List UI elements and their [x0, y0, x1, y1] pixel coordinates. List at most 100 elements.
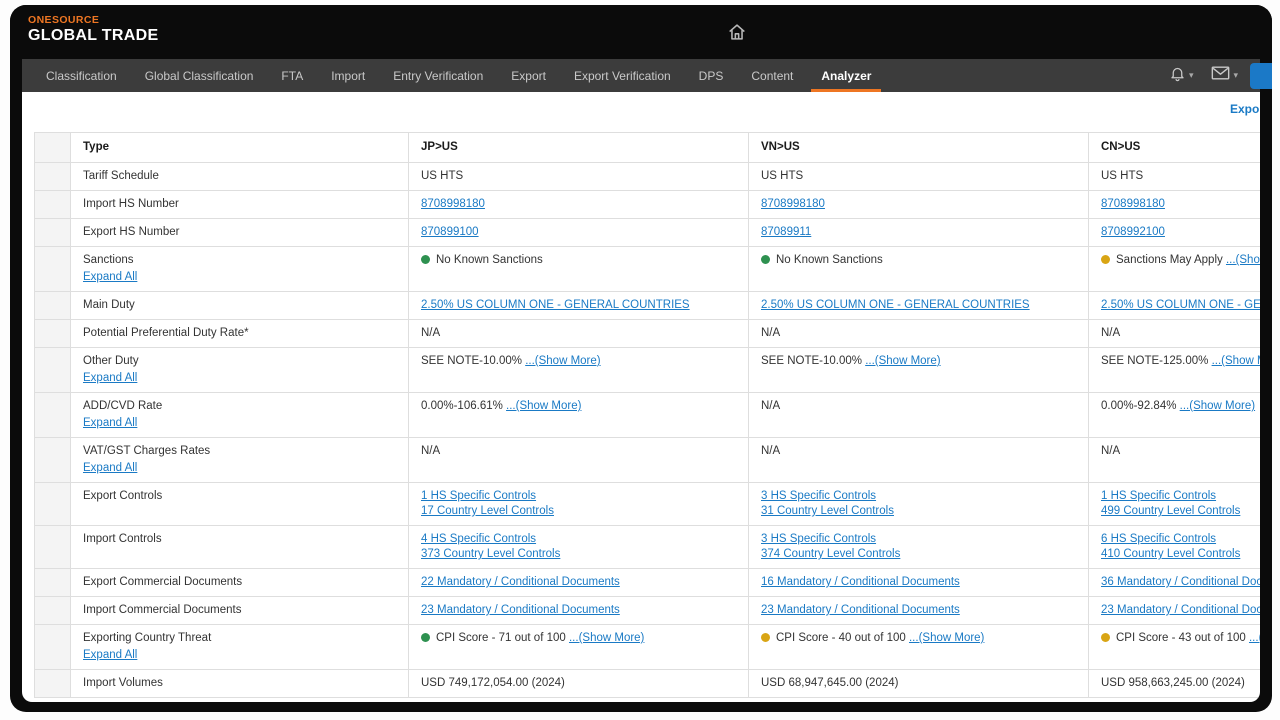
row-selector-cell [35, 292, 71, 320]
show-more-link[interactable]: ...(Show More) [525, 355, 600, 367]
value-cell: 8708998180 [749, 191, 1089, 219]
show-more-link[interactable]: ...(Show More) [1180, 400, 1255, 412]
cell-link[interactable]: 22 Mandatory / Conditional Documents [421, 576, 620, 588]
cell-link[interactable]: 499 Country Level Controls [1101, 505, 1240, 517]
cell-link[interactable]: 31 Country Level Controls [761, 505, 894, 517]
cell-link[interactable]: 3 HS Specific Controls [761, 490, 876, 502]
tab-dps[interactable]: DPS [685, 59, 738, 92]
row-label: Sanctions [83, 254, 134, 266]
tab-global-classification[interactable]: Global Classification [131, 59, 268, 92]
show-more-link[interactable]: ...(Show More) [569, 632, 644, 644]
cell-line: 31 Country Level Controls [761, 504, 1076, 519]
value-cell: 0.00%-92.84% ...(Show More) [1089, 393, 1261, 438]
cell-link[interactable]: 8708992100 [1101, 226, 1165, 238]
value-cell: SEE NOTE-125.00% ...(Show More) [1089, 348, 1261, 393]
cell-link[interactable]: 36 Mandatory / Conditional Documents [1101, 576, 1260, 588]
cell-link[interactable]: 374 Country Level Controls [761, 548, 900, 560]
cell-line: CPI Score - 43 out of 100 ...(Show More) [1101, 631, 1260, 646]
cell-link[interactable]: 2.50% US COLUMN ONE - GENERAL COUNTRIES [761, 299, 1030, 311]
expand-all-link[interactable]: Expand All [83, 372, 137, 384]
value-cell: N/A [749, 320, 1089, 348]
tab-classification[interactable]: Classification [32, 59, 131, 92]
expand-all-link[interactable]: Expand All [83, 417, 137, 429]
cell-line: USD 958,663,245.00 (2024) [1101, 676, 1260, 691]
row-label-cell: Sanctions Expand All [71, 247, 409, 292]
row-label-cell: Exporting Country ThreatExpand All [71, 625, 409, 670]
cell-line: 8708998180 [1101, 197, 1260, 212]
cell-line: 8708998180 [421, 197, 736, 212]
cell-link[interactable]: 8708998180 [421, 198, 485, 210]
value-cell: 8708998180 [1089, 191, 1261, 219]
cell-link[interactable]: 16 Mandatory / Conditional Documents [761, 576, 960, 588]
cell-line: US HTS [1101, 169, 1260, 184]
row-label: Other Duty [83, 355, 139, 367]
tab-content[interactable]: Content [737, 59, 807, 92]
row-label-cell: Import HS Number [71, 191, 409, 219]
show-more-link[interactable]: ...(Show More) [909, 632, 984, 644]
cell-link[interactable]: 4 HS Specific Controls [421, 533, 536, 545]
value-cell: Sanctions May Apply ...(Show More) [1089, 247, 1261, 292]
expand-all-link[interactable]: Expand All [83, 271, 137, 283]
cell-text: USD 68,947,645.00 (2024) [761, 677, 898, 689]
cell-line: CPI Score - 40 out of 100 ...(Show More) [761, 631, 1076, 646]
cell-text: 0.00%-92.84% [1101, 400, 1176, 412]
value-cell: US HTS [749, 163, 1089, 191]
cell-link[interactable]: 17 Country Level Controls [421, 505, 554, 517]
cell-text: 0.00%-106.61% [421, 400, 503, 412]
show-more-link[interactable]: ...(Show More) [1249, 632, 1260, 644]
tab-fta[interactable]: FTA [267, 59, 317, 92]
value-cell: CPI Score - 71 out of 100 ...(Show More) [409, 625, 749, 670]
home-icon[interactable] [726, 21, 748, 43]
cell-link[interactable]: 3 HS Specific Controls [761, 533, 876, 545]
cell-text: N/A [761, 445, 780, 457]
value-cell: N/A [749, 438, 1089, 483]
table-header-row: TypeJP>USVN>USCN>US [35, 133, 1261, 163]
account-button[interactable] [1250, 63, 1272, 89]
cell-link[interactable]: 87089911 [761, 226, 811, 238]
expand-all-link[interactable]: Expand All [83, 649, 137, 661]
table-row: Import Controls 4 HS Specific Controls 373… [35, 526, 1261, 569]
tab-analyzer[interactable]: Analyzer [807, 59, 885, 92]
cell-line: 870899100 [421, 225, 736, 240]
cell-link[interactable]: 373 Country Level Controls [421, 548, 560, 560]
cell-line: 374 Country Level Controls [761, 547, 1076, 562]
row-label-cell: Import Controls [71, 526, 409, 569]
column-header-cn-us: CN>US [1089, 133, 1261, 163]
messages-menu[interactable]: ▾ [1205, 66, 1244, 85]
show-more-link[interactable]: ...(Show More) [865, 355, 940, 367]
show-more-link[interactable]: ...(Show More) [1226, 254, 1260, 266]
cell-link[interactable]: 6 HS Specific Controls [1101, 533, 1216, 545]
cell-link[interactable]: 870899100 [421, 226, 479, 238]
value-cell: 87089911 [749, 219, 1089, 247]
cell-link[interactable]: 1 HS Specific Controls [421, 490, 536, 502]
row-selector-cell [35, 320, 71, 348]
cell-link[interactable]: 8708998180 [761, 198, 825, 210]
cell-link[interactable]: 2.50% US COLUMN ONE - GENERAL COUNTRIES [1101, 299, 1260, 311]
table-row: Main Duty2.50% US COLUMN ONE - GENERAL C… [35, 292, 1261, 320]
value-cell: 8708998180 [409, 191, 749, 219]
tab-export-verification[interactable]: Export Verification [560, 59, 685, 92]
cell-line: 2.50% US COLUMN ONE - GENERAL COUNTRIES [761, 298, 1076, 313]
cell-line: 410 Country Level Controls [1101, 547, 1260, 562]
yellow-status-dot [1101, 255, 1110, 264]
cell-link[interactable]: 410 Country Level Controls [1101, 548, 1240, 560]
cell-line: 4 HS Specific Controls [421, 532, 736, 547]
brand-product: GLOBAL TRADE [28, 27, 158, 45]
cell-link[interactable]: 8708998180 [1101, 198, 1165, 210]
export-link[interactable]: Export [1230, 102, 1260, 116]
tab-import[interactable]: Import [317, 59, 379, 92]
cell-link[interactable]: 23 Mandatory / Conditional Documents [761, 604, 960, 616]
tab-export[interactable]: Export [497, 59, 560, 92]
show-more-link[interactable]: ...(Show More) [1212, 355, 1260, 367]
expand-all-link[interactable]: Expand All [83, 462, 137, 474]
cell-link[interactable]: 2.50% US COLUMN ONE - GENERAL COUNTRIES [421, 299, 690, 311]
cell-link[interactable]: 23 Mandatory / Conditional Documents [421, 604, 620, 616]
notifications-menu[interactable]: ▾ [1163, 65, 1200, 87]
value-cell: No Known Sanctions [409, 247, 749, 292]
cell-link[interactable]: 1 HS Specific Controls [1101, 490, 1216, 502]
show-more-link[interactable]: ...(Show More) [506, 400, 581, 412]
cell-text: CPI Score - 71 out of 100 [436, 632, 566, 644]
value-cell: SEE NOTE-10.00% ...(Show More) [749, 348, 1089, 393]
cell-link[interactable]: 23 Mandatory / Conditional Documents [1101, 604, 1260, 616]
tab-entry-verification[interactable]: Entry Verification [379, 59, 497, 92]
